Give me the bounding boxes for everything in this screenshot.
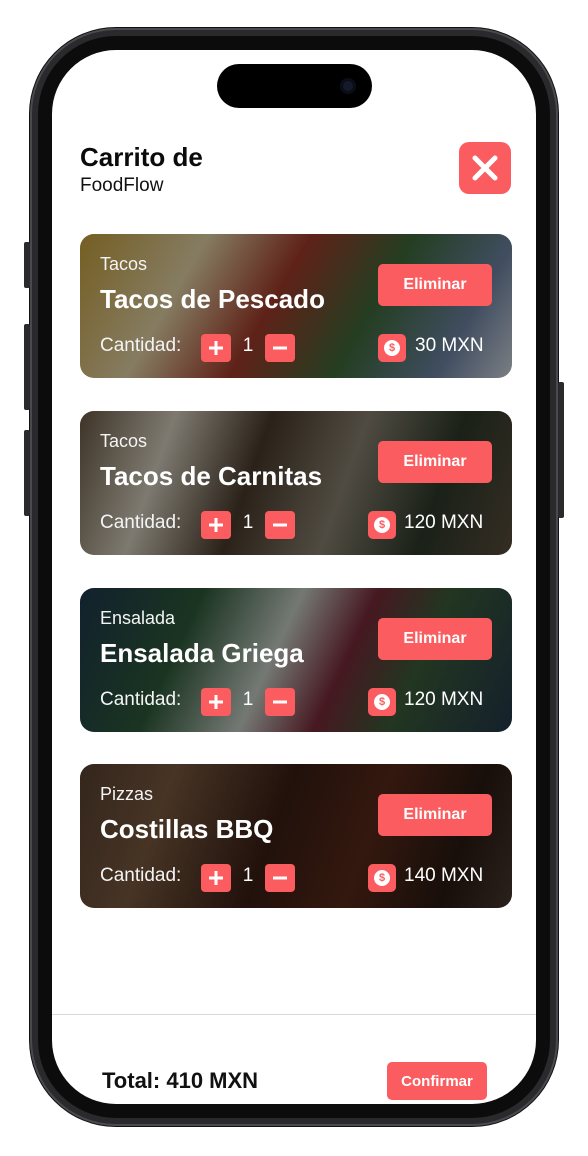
increase-quantity-button[interactable] (201, 864, 231, 892)
item-category: Tacos (100, 431, 148, 451)
increase-quantity-button[interactable] (201, 688, 231, 716)
action-button (24, 242, 30, 288)
dynamic-island (217, 64, 372, 108)
page-title: Carrito de (80, 142, 203, 172)
volume-down-button (24, 430, 30, 516)
plus-icon (209, 871, 223, 885)
item-category: Pizzas (100, 784, 154, 804)
decrease-quantity-button[interactable] (265, 688, 295, 716)
camera-icon (340, 78, 356, 94)
volume-up-button (24, 324, 30, 410)
confirm-button[interactable]: Confirmar (387, 1062, 487, 1100)
item-price: 30 MXN (415, 335, 484, 356)
power-button (558, 382, 564, 518)
quantity-label: Cantidad: (100, 689, 182, 710)
footer-divider (52, 1014, 536, 1015)
item-price: 120 MXN (404, 512, 484, 533)
cart-item-card: Tacos Tacos de Pescado Cantidad: 1 Elimi… (80, 234, 512, 378)
increase-quantity-button[interactable] (201, 334, 231, 362)
delete-item-button[interactable]: Eliminar (378, 794, 492, 836)
decrease-quantity-button[interactable] (265, 511, 295, 539)
delete-item-button[interactable]: Eliminar (378, 618, 492, 660)
quantity-label: Cantidad: (100, 865, 182, 886)
cart-item-card: Tacos Tacos de Carnitas Cantidad: 1 Elim… (80, 411, 512, 555)
item-name: Tacos de Pescado (100, 284, 325, 314)
item-category: Tacos (100, 254, 148, 274)
delete-item-button[interactable]: Eliminar (378, 264, 492, 306)
quantity-value: 1 (242, 512, 254, 533)
item-price: 140 MXN (404, 865, 484, 886)
item-name: Ensalada Griega (100, 638, 304, 668)
cart-total: Total: 410 MXN (102, 1068, 259, 1093)
minus-icon (273, 876, 287, 880)
page-subtitle: FoodFlow (80, 175, 164, 196)
minus-icon (273, 346, 287, 350)
cart-item-card: Pizzas Costillas BBQ Cantidad: 1 Elimina… (80, 764, 512, 908)
coin-icon: $ (368, 864, 396, 892)
phone-frame: Carrito de FoodFlow Tacos Tacos de Pesca… (30, 28, 558, 1126)
item-category: Ensalada (100, 608, 176, 628)
delete-item-button[interactable]: Eliminar (378, 441, 492, 483)
close-button[interactable] (459, 142, 511, 194)
coin-icon: $ (368, 511, 396, 539)
minus-icon (273, 523, 287, 527)
app-screen: Carrito de FoodFlow Tacos Tacos de Pesca… (52, 50, 536, 1104)
quantity-value: 1 (242, 865, 254, 886)
quantity-label: Cantidad: (100, 512, 182, 533)
quantity-value: 1 (242, 689, 254, 710)
item-name: Costillas BBQ (100, 814, 274, 844)
increase-quantity-button[interactable] (201, 511, 231, 539)
decrease-quantity-button[interactable] (265, 334, 295, 362)
item-name: Tacos de Carnitas (100, 461, 323, 491)
item-price: 120 MXN (404, 689, 484, 710)
close-icon (472, 155, 498, 181)
decrease-quantity-button[interactable] (265, 864, 295, 892)
coin-icon: $ (378, 334, 406, 362)
plus-icon (209, 518, 223, 532)
plus-icon (209, 341, 223, 355)
plus-icon (209, 695, 223, 709)
minus-icon (273, 700, 287, 704)
quantity-value: 1 (242, 335, 254, 356)
quantity-label: Cantidad: (100, 335, 182, 356)
coin-icon: $ (368, 688, 396, 716)
cart-item-card: Ensalada Ensalada Griega Cantidad: 1 Eli… (80, 588, 512, 732)
